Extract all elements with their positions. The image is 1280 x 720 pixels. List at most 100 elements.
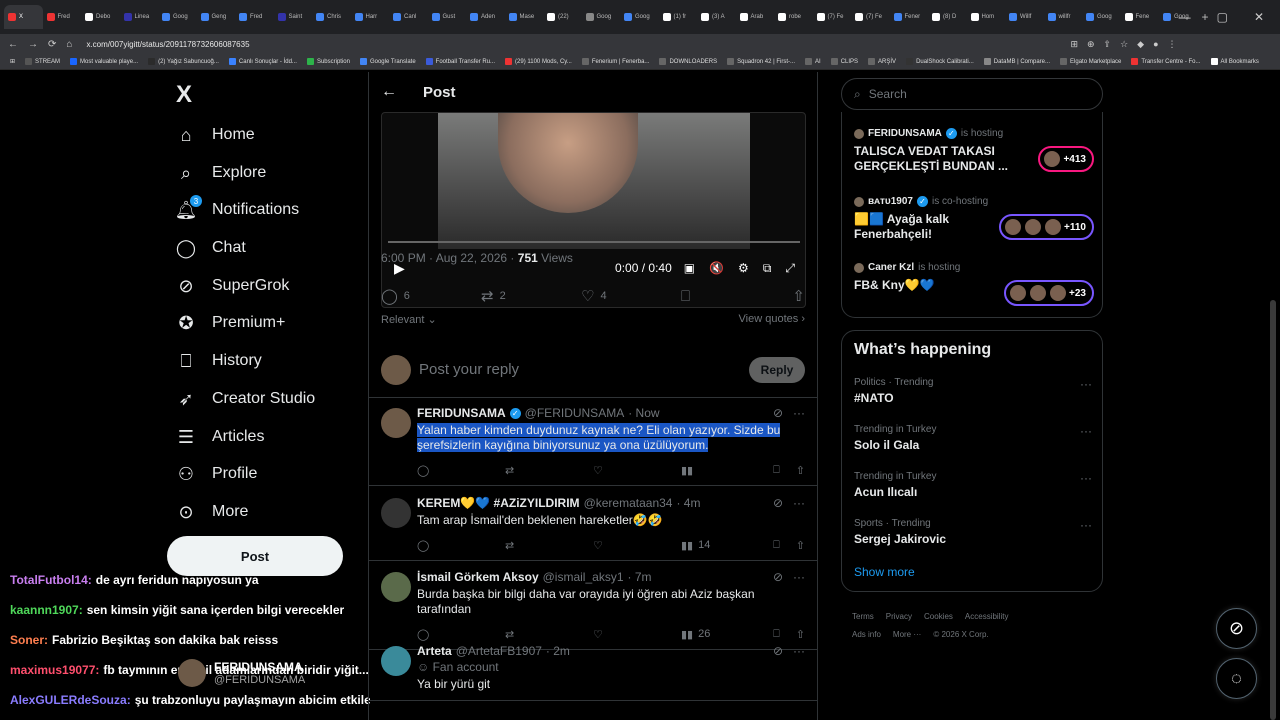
trend-item[interactable]: Trending in Turkey Acun Ilıcalı ··· [854, 471, 1092, 499]
reply-icon[interactable]: ◯ [417, 539, 505, 552]
fullscreen-icon[interactable]: ⤢ [785, 261, 795, 276]
reload-icon[interactable]: ⟳ [48, 39, 56, 50]
browser-tab[interactable]: (8) D [928, 5, 967, 29]
tweet-time[interactable]: · Now [628, 406, 659, 420]
zoom-icon[interactable]: ⊕ [1087, 39, 1095, 50]
bookmark-icon[interactable]: ⎕ [773, 539, 780, 552]
browser-tab[interactable]: X [4, 5, 43, 29]
bookmark-item[interactable]: Google Translate [359, 58, 416, 65]
footer-link[interactable]: Accessibility [965, 612, 1009, 621]
more-icon[interactable]: ··· [793, 496, 805, 510]
browser-tab[interactable]: Goog [620, 5, 659, 29]
avatar[interactable] [381, 572, 411, 602]
space-listeners-pill[interactable]: +413 [1038, 146, 1094, 172]
browser-tab[interactable]: (22) [543, 5, 582, 29]
bookmark-item[interactable]: All Bookmarks [1210, 58, 1259, 65]
footer-link[interactable]: Terms [852, 612, 874, 621]
avatar[interactable] [381, 646, 411, 676]
share-action[interactable]: ⇧ [792, 287, 805, 305]
bookmark-item[interactable]: (2) Yağız Sabuncuoğ... [148, 58, 219, 65]
scrollbar[interactable] [1270, 300, 1276, 720]
tweet-author-name[interactable]: Arteta [417, 644, 452, 658]
sidebar-item-profile[interactable]: ⚇ Profile [176, 459, 257, 489]
reply-tweet[interactable]: Arteta @ArtetaFB1907 · 2m ⊘ ··· ☺ Fan account… [369, 636, 817, 701]
reply-button[interactable]: Reply [749, 356, 805, 383]
sidebar-item-creator-studio[interactable]: ➶ Creator Studio [176, 384, 315, 414]
bookmark-item[interactable]: Most valuable playe... [70, 58, 138, 65]
repost-icon[interactable]: ⇄ [505, 464, 593, 477]
sidebar-item-premium[interactable]: ✪ Premium+ [176, 308, 285, 338]
captions-icon[interactable]: ▣ [684, 261, 695, 276]
views-icon[interactable]: ▮▮ 14 [681, 539, 769, 552]
footer-link[interactable]: Privacy [886, 612, 912, 621]
more-icon[interactable]: ··· [793, 406, 805, 420]
bookmark-item[interactable]: Football Transfer Ru... [425, 58, 495, 65]
browser-tab[interactable]: Saint [274, 5, 313, 29]
reply-input[interactable]: Post your reply [419, 361, 519, 378]
footer-link[interactable]: © 2026 X Corp. [933, 630, 988, 639]
bookmark-item[interactable]: AI [805, 58, 821, 65]
avatar[interactable] [381, 408, 411, 438]
reply-tweet[interactable]: KEREM💛💙 #AZiZYILDIRIM @keremataan34 · 4m ⊘ ·… [369, 488, 817, 561]
repost-action[interactable]: ⇄ 2 [481, 287, 581, 305]
tweet-time[interactable]: · 7m [628, 570, 652, 584]
browser-tab[interactable]: Fred [235, 5, 274, 29]
tweet-author-name[interactable]: İsmail Görkem Aksoy [417, 570, 539, 584]
bookmark-item[interactable]: (29) 1100 Mods, Cy... [505, 58, 572, 65]
live-space-item[interactable]: ʙᴀᴛᴜ1907 ✓ is co-hosting 🟨🟦 Ayağa kalk Fene… [854, 196, 1094, 242]
trend-item[interactable]: Politics · Trending #NATO ··· [854, 377, 1092, 405]
sort-dropdown[interactable]: Relevant ⌄ [381, 313, 437, 326]
home-icon[interactable]: ⌂ [66, 39, 72, 50]
views-icon[interactable]: ▮▮ [681, 464, 769, 477]
grok-icon[interactable]: ⊘ [773, 644, 783, 658]
post-timestamp[interactable]: 6:00 PM · Aug 22, 2026 · [381, 251, 518, 265]
bookmark-item[interactable]: DataMB | Compare... [983, 58, 1050, 65]
browser-tab[interactable]: Willf [1005, 5, 1044, 29]
browser-tab[interactable]: robe [774, 5, 813, 29]
footer-link[interactable]: Ads info [852, 630, 881, 639]
live-space-item[interactable]: Caner Kzl is hosting FB& Kny💛💙 +23 [854, 262, 1094, 306]
search-box[interactable]: ⌕ Search [841, 78, 1103, 110]
bookmark-item[interactable]: Canlı Sonuçlar - İdd... [228, 58, 297, 65]
grok-icon[interactable]: ⊘ [773, 496, 783, 510]
maximize-icon[interactable]: ▢ [1217, 10, 1228, 24]
grok-icon[interactable]: ⊘ [773, 570, 783, 584]
tweet-time[interactable]: · 4m [676, 496, 700, 510]
forward-icon[interactable]: → [28, 39, 38, 50]
bookmark-item[interactable]: DualShock Calibrati... [906, 58, 974, 65]
browser-tab[interactable]: willfr [1044, 5, 1083, 29]
trend-item[interactable]: Trending in Turkey Solo il Gala ··· [854, 424, 1092, 452]
url-field[interactable]: x.com/007yigitt/status/20911787326060876… [78, 36, 1058, 52]
footer-link[interactable]: Cookies [924, 612, 953, 621]
browser-tab[interactable]: Geng [197, 5, 236, 29]
reply-tweet[interactable]: FERIDUNSAMA ✓ @FERIDUNSAMA · Now ⊘ ··· Yalan h… [369, 398, 817, 486]
search-input[interactable]: Search [869, 87, 907, 101]
browser-tab[interactable]: Goog [158, 5, 197, 29]
browser-tab[interactable]: Aden [466, 5, 505, 29]
sidebar-item-history[interactable]: ⎕ History [176, 346, 262, 376]
repost-icon[interactable]: ⇄ [505, 539, 593, 552]
messages-fab-icon[interactable]: ◌ [1216, 658, 1257, 699]
footer-link[interactable]: More ··· [893, 630, 921, 639]
sidebar-item-supergrok[interactable]: ⊘ SuperGrok [176, 271, 289, 301]
browser-tab[interactable]: (1) fr [659, 5, 698, 29]
post-button[interactable]: Post [167, 536, 343, 576]
bookmark-item[interactable]: Fenerium | Fenerba... [581, 58, 649, 65]
extension-icon[interactable]: ◆ [1137, 39, 1144, 50]
bookmark-item[interactable]: Elgato Marketplace [1060, 58, 1121, 65]
browser-tab[interactable]: Arab [736, 5, 775, 29]
tweet-author-handle[interactable]: @keremataan34 [584, 496, 673, 510]
reply-icon[interactable]: ◯ [417, 464, 505, 477]
x-logo[interactable]: X [176, 81, 192, 109]
translate-icon[interactable]: ⊞ [1070, 39, 1078, 50]
more-icon[interactable]: ··· [1080, 471, 1092, 485]
browser-tab[interactable]: Fener [890, 5, 929, 29]
bookmark-item[interactable]: Subscription [306, 58, 350, 65]
tweet-author-handle[interactable]: @ismail_aksy1 [543, 570, 624, 584]
browser-tab[interactable]: Fred [43, 5, 82, 29]
settings-icon[interactable]: ⚙ [738, 261, 749, 276]
avatar[interactable] [381, 498, 411, 528]
space-listeners-pill[interactable]: +110 [999, 214, 1094, 240]
view-quotes-link[interactable]: View quotes › [739, 313, 805, 326]
profile-icon[interactable]: ● [1153, 39, 1158, 50]
